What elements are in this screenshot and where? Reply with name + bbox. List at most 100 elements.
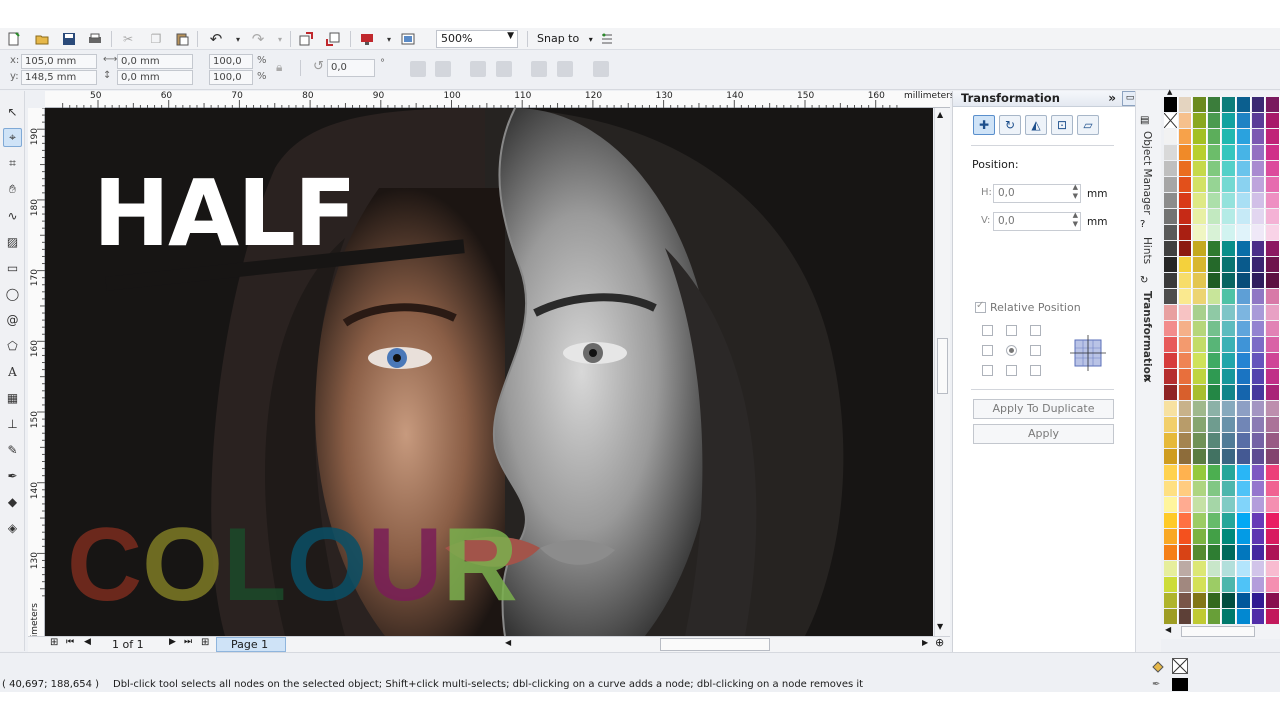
docker-expand-icon[interactable]: »	[1108, 91, 1116, 106]
palette-swatch[interactable]	[1207, 225, 1222, 240]
text-tool-icon[interactable]: A	[3, 362, 22, 381]
outline-pen-tool-icon[interactable]: ✒︎	[3, 466, 22, 485]
palette-swatch[interactable]	[1164, 273, 1178, 288]
palette-swatch[interactable]	[1251, 321, 1266, 336]
palette-swatch[interactable]	[1222, 449, 1236, 464]
rectangle-tool-icon[interactable]: ▭	[3, 258, 22, 277]
palette-swatch[interactable]	[1207, 257, 1222, 272]
palette-scroll-left-icon[interactable]: ◀	[1165, 625, 1171, 634]
palette-swatch[interactable]	[1207, 241, 1222, 256]
palette-swatch[interactable]	[1237, 113, 1251, 128]
palette-swatch[interactable]	[1251, 513, 1266, 528]
drawing-canvas[interactable]: HALF COLOUR	[45, 108, 933, 636]
palette-swatch[interactable]	[1193, 273, 1207, 288]
palette-swatch[interactable]	[1251, 225, 1266, 240]
palette-swatch[interactable]	[1266, 193, 1280, 208]
palette-swatch[interactable]	[1193, 545, 1207, 560]
palette-swatch[interactable]	[1266, 129, 1280, 144]
palette-swatch[interactable]	[1237, 273, 1251, 288]
add-node-icon[interactable]	[531, 61, 547, 77]
palette-swatch[interactable]	[1164, 497, 1178, 512]
palette-swatch[interactable]	[1266, 177, 1280, 192]
palette-swatch[interactable]	[1178, 129, 1193, 144]
palette-swatch[interactable]	[1207, 209, 1222, 224]
lock-ratio-icon[interactable]: 🔒︎	[276, 60, 282, 75]
launcher-dropdown-icon[interactable]: ▾	[381, 31, 397, 47]
add-page-after-icon[interactable]: ⊞	[201, 637, 209, 648]
spin-icon[interactable]: ▲ ▼	[1073, 211, 1078, 229]
palette-swatch[interactable]	[1222, 129, 1236, 144]
export-icon[interactable]	[325, 31, 341, 47]
palette-swatch[interactable]	[1237, 129, 1251, 144]
palette-swatch[interactable]	[1178, 289, 1193, 304]
h-position-field[interactable]: 0,0 ▲ ▼	[993, 183, 1081, 203]
palette-swatch[interactable]	[1193, 225, 1207, 240]
palette-swatch[interactable]	[1178, 193, 1193, 208]
palette-swatch[interactable]	[1193, 161, 1207, 176]
palette-swatch[interactable]	[1178, 161, 1193, 176]
palette-swatch[interactable]	[1164, 385, 1178, 400]
size-mode-button[interactable]: ⊡	[1051, 115, 1073, 135]
palette-swatch[interactable]	[1237, 593, 1251, 608]
palette-swatch[interactable]	[1222, 369, 1236, 384]
palette-swatch[interactable]	[1222, 113, 1236, 128]
scale-y-field[interactable]: 100,0	[209, 70, 253, 85]
palette-swatch[interactable]	[1207, 577, 1222, 592]
palette-swatch[interactable]	[1193, 417, 1207, 432]
palette-swatch[interactable]	[1178, 465, 1193, 480]
palette-swatch[interactable]	[1207, 385, 1222, 400]
palette-swatch[interactable]	[1193, 257, 1207, 272]
palette-swatch[interactable]	[1193, 593, 1207, 608]
palette-swatch[interactable]	[1251, 193, 1266, 208]
palette-swatch[interactable]	[1207, 417, 1222, 432]
palette-swatch[interactable]	[1237, 353, 1251, 368]
vertical-scroll-thumb[interactable]	[937, 338, 948, 394]
palette-swatch[interactable]	[1193, 305, 1207, 320]
palette-swatch[interactable]	[1193, 385, 1207, 400]
palette-swatch[interactable]	[1193, 577, 1207, 592]
palette-swatch[interactable]	[1164, 97, 1178, 112]
palette-swatch[interactable]	[1251, 401, 1266, 416]
interactive-fill-tool-icon[interactable]: ◈	[3, 518, 22, 537]
palette-swatch[interactable]	[1207, 401, 1222, 416]
palette-swatch[interactable]	[1251, 257, 1266, 272]
palette-swatch[interactable]	[1266, 161, 1280, 176]
palette-swatch[interactable]	[1193, 145, 1207, 160]
palette-swatch[interactable]	[1237, 481, 1251, 496]
palette-swatch[interactable]	[1237, 209, 1251, 224]
x-position-field[interactable]: 105,0 mm	[21, 54, 97, 69]
horizontal-ruler[interactable]: 50 60 70 80 90 100 110 120 130 140 150 160 millimet…	[45, 91, 955, 108]
palette-swatch[interactable]	[1164, 321, 1178, 336]
position-mode-button[interactable]: ✚	[973, 115, 995, 135]
palette-swatch[interactable]	[1164, 209, 1178, 224]
page-1-tab[interactable]: Page 1	[216, 637, 286, 652]
palette-swatch[interactable]	[1164, 145, 1178, 160]
undo-dropdown-icon[interactable]: ▾	[230, 31, 246, 47]
palette-swatch[interactable]	[1207, 305, 1222, 320]
palette-swatch[interactable]	[1237, 369, 1251, 384]
palette-swatch[interactable]	[1266, 449, 1280, 464]
redo-dropdown-icon[interactable]: ▾	[272, 31, 288, 47]
palette-swatch[interactable]	[1207, 513, 1222, 528]
palette-swatch[interactable]	[1193, 353, 1207, 368]
palette-swatch[interactable]	[1251, 113, 1266, 128]
palette-swatch[interactable]	[1178, 177, 1193, 192]
scroll-right-icon[interactable]: ▶	[922, 638, 928, 647]
palette-swatch[interactable]	[1193, 337, 1207, 352]
palette-swatch[interactable]	[1164, 129, 1178, 144]
palette-swatch[interactable]	[1237, 433, 1251, 448]
palette-swatch[interactable]	[1251, 545, 1266, 560]
palette-swatch[interactable]	[1207, 145, 1222, 160]
palette-swatch[interactable]	[1222, 337, 1236, 352]
palette-swatch[interactable]	[1207, 433, 1222, 448]
palette-swatch[interactable]	[1237, 289, 1251, 304]
half-headline[interactable]: HALF	[93, 168, 357, 260]
application-launcher-icon[interactable]	[359, 31, 375, 47]
palette-swatch[interactable]	[1237, 337, 1251, 352]
palette-swatch[interactable]	[1207, 545, 1222, 560]
palette-swatch[interactable]	[1222, 433, 1236, 448]
copy-icon[interactable]: ❐	[148, 31, 164, 47]
palette-swatch[interactable]	[1237, 545, 1251, 560]
width-field[interactable]: 0,0 mm	[117, 54, 193, 69]
palette-swatch[interactable]	[1207, 497, 1222, 512]
